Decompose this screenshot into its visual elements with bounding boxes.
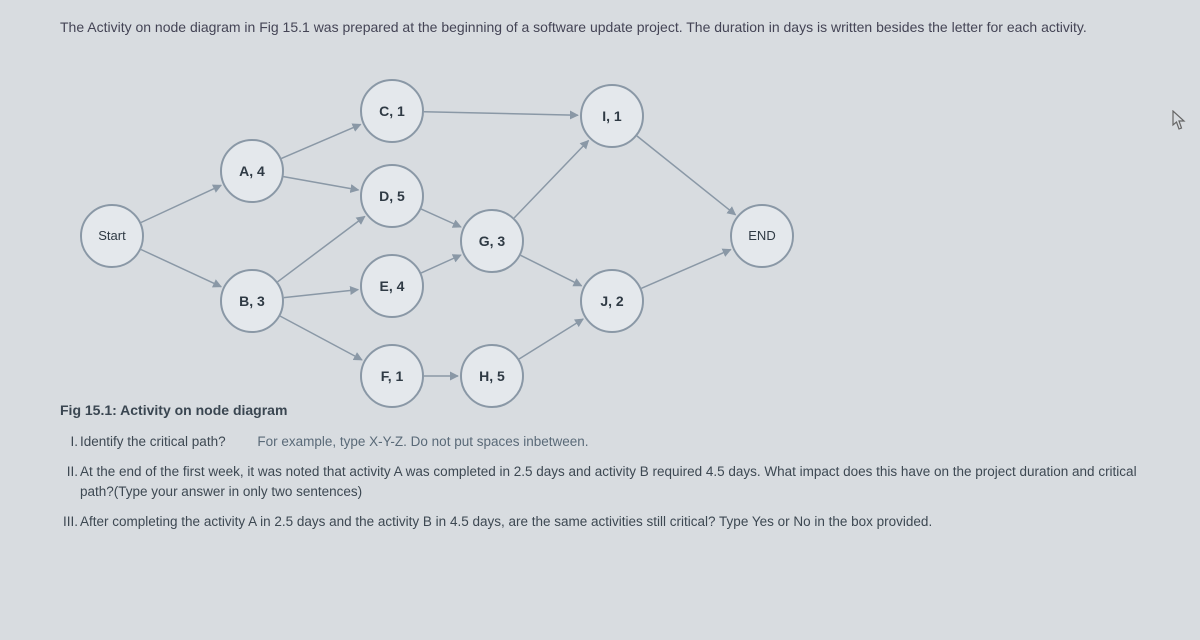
question-3-text: After completing the activity A in 2.5 d… <box>80 514 932 529</box>
edge-c-i <box>424 111 578 115</box>
node-j: J, 2 <box>580 269 644 333</box>
edge-b-e <box>284 289 358 297</box>
node-end: END <box>730 204 794 268</box>
question-1-hint: For example, type X-Y-Z. Do not put spac… <box>257 434 588 449</box>
question-2: II. At the end of the first week, it was… <box>60 462 1170 503</box>
node-g: G, 3 <box>460 209 524 273</box>
question-1: I. Identify the critical path? For examp… <box>60 432 1170 452</box>
node-e: E, 4 <box>360 254 424 318</box>
node-h: H, 5 <box>460 344 524 408</box>
question-3: III. After completing the activity A in … <box>60 512 1170 532</box>
question-1-roman: I. <box>52 432 78 452</box>
node-c: C, 1 <box>360 79 424 143</box>
edge-h-j <box>519 319 583 359</box>
cursor-icon <box>1172 110 1186 130</box>
edge-e-g <box>421 255 461 273</box>
edge-start-a <box>141 185 221 222</box>
question-2-text: At the end of the first week, it was not… <box>80 464 1137 499</box>
edge-b-d <box>278 216 365 281</box>
edge-g-i <box>514 140 588 217</box>
edge-a-c <box>281 124 360 158</box>
figure-caption: Fig 15.1: Activity on node diagram <box>60 402 1170 418</box>
edge-start-b <box>141 249 221 286</box>
question-page: The Activity on node diagram in Fig 15.1… <box>0 0 1200 640</box>
node-i: I, 1 <box>580 84 644 148</box>
intro-paragraph: The Activity on node diagram in Fig 15.1… <box>60 18 1170 38</box>
question-1-text: Identify the critical path? <box>80 434 226 449</box>
edge-g-j <box>521 255 582 285</box>
node-a: A, 4 <box>220 139 284 203</box>
edge-i-end <box>637 136 736 215</box>
node-b: B, 3 <box>220 269 284 333</box>
edge-a-d <box>284 176 359 189</box>
node-d: D, 5 <box>360 164 424 228</box>
question-3-roman: III. <box>52 512 78 532</box>
questions-block: I. Identify the critical path? For examp… <box>60 432 1170 533</box>
aon-diagram: StartA, 4B, 3C, 1D, 5E, 4F, 1G, 3H, 5I, … <box>60 44 1160 394</box>
edge-d-g <box>421 209 461 227</box>
node-f: F, 1 <box>360 344 424 408</box>
question-2-roman: II. <box>52 462 78 482</box>
node-start: Start <box>80 204 144 268</box>
edge-b-f <box>280 316 362 360</box>
edge-j-end <box>641 249 730 288</box>
